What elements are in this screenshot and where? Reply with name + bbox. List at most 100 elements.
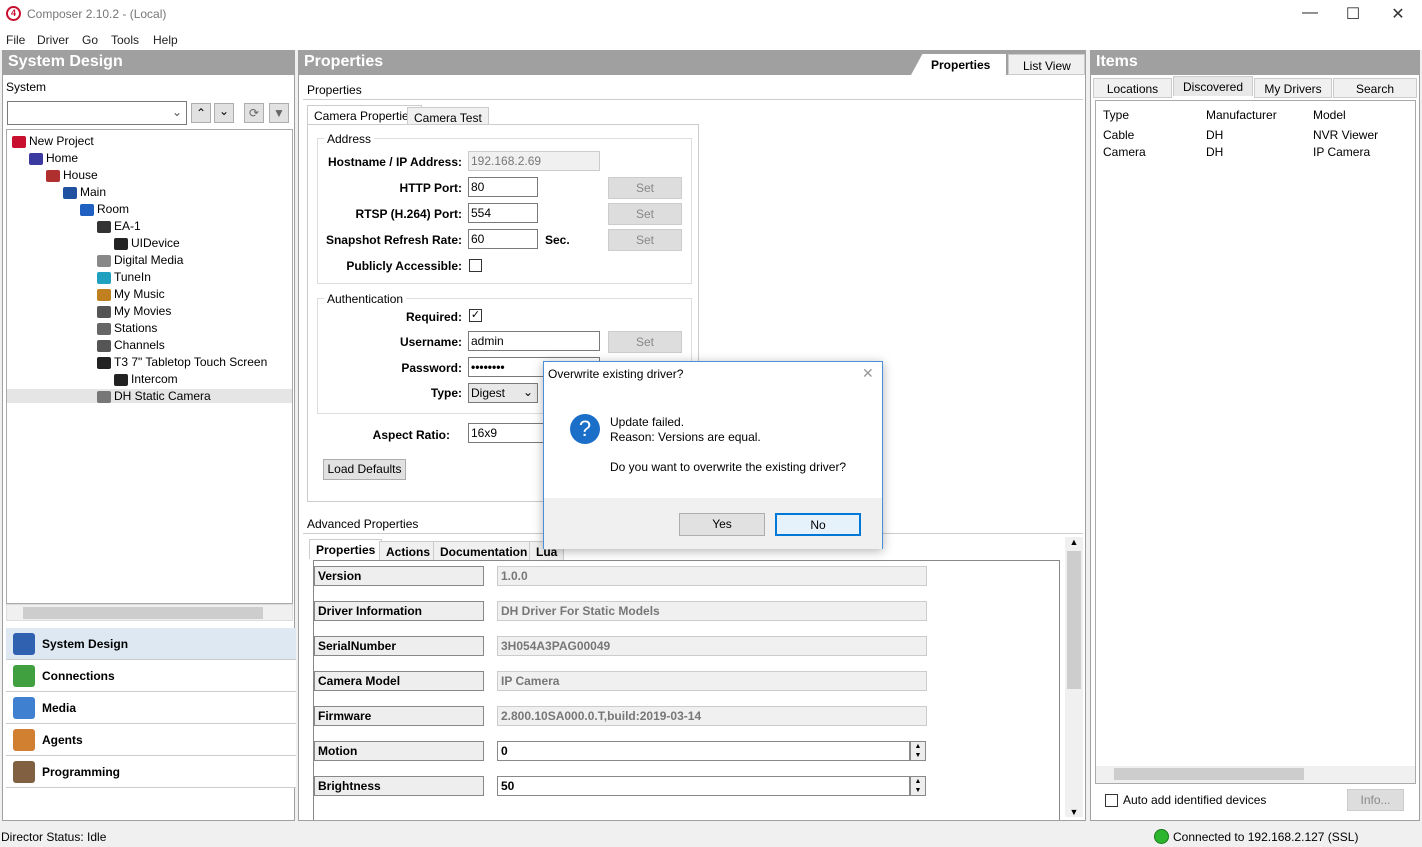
nav-icon — [13, 697, 35, 719]
snapshot-field[interactable]: 60 — [468, 229, 538, 249]
set-auth-button[interactable]: Set — [608, 331, 682, 353]
tree-item[interactable]: My Movies — [97, 304, 171, 318]
http-port-field[interactable]: 80 — [468, 177, 538, 197]
tab-adv-properties[interactable]: Properties — [309, 539, 383, 559]
move-down-button[interactable]: ⌄ — [214, 103, 234, 123]
tree-item[interactable]: T3 7" Tabletop Touch Screen — [97, 355, 267, 369]
type-value: Digest — [471, 386, 506, 400]
set-rtsp-button[interactable]: Set — [608, 203, 682, 225]
yes-button[interactable]: Yes — [679, 513, 765, 536]
menu-tools[interactable]: Tools — [111, 33, 139, 47]
required-checkbox[interactable]: ✓ — [469, 309, 482, 322]
address-group-label: Address — [324, 132, 375, 146]
row-model[interactable]: IP Camera — [1313, 145, 1370, 159]
nav-agents[interactable]: Agents — [6, 724, 296, 756]
load-defaults-button[interactable]: Load Defaults — [323, 459, 406, 480]
question-icon: ? — [570, 414, 600, 444]
rtsp-port-field[interactable]: 554 — [468, 203, 538, 223]
dialog-close-icon[interactable]: ✕ — [862, 365, 874, 382]
spinner[interactable]: ▲ ▼ — [910, 741, 926, 761]
spinner[interactable]: ▲ ▼ — [910, 776, 926, 796]
tree-item[interactable]: DH Static Camera — [7, 389, 292, 403]
tree-item[interactable]: Digital Media — [97, 253, 183, 267]
device-icon — [97, 305, 111, 318]
auto-add-checkbox[interactable] — [1105, 794, 1118, 807]
tab-my-drivers[interactable]: My Drivers — [1254, 78, 1332, 98]
property-value[interactable]: 50 — [497, 776, 910, 796]
tab-properties[interactable]: Properties — [911, 54, 1006, 75]
tab-list-view[interactable]: List View — [1008, 54, 1085, 75]
row-manufacturer[interactable]: DH — [1206, 145, 1223, 159]
col-type[interactable]: Type — [1103, 108, 1129, 122]
public-checkbox[interactable] — [469, 259, 482, 272]
row-model[interactable]: NVR Viewer — [1313, 128, 1378, 142]
tab-actions[interactable]: Actions — [379, 541, 438, 561]
menu-bar: File Driver Go Tools Help — [0, 28, 1422, 50]
nav-system-design[interactable]: System Design — [6, 628, 296, 660]
minimize-button[interactable]: — — [1300, 4, 1320, 22]
filter-icon[interactable]: ▼ — [269, 103, 289, 123]
nav-connections[interactable]: Connections — [6, 660, 296, 692]
tab-locations[interactable]: Locations — [1093, 78, 1172, 98]
nav-icon — [13, 761, 35, 783]
window-title: Composer 2.10.2 - (Local) — [27, 7, 167, 21]
set-http-button[interactable]: Set — [608, 177, 682, 199]
menu-file[interactable]: File — [6, 33, 25, 47]
tree-item[interactable]: Stations — [97, 321, 157, 335]
device-icon — [97, 390, 111, 403]
device-icon — [114, 373, 128, 386]
tree-item[interactable]: Channels — [97, 338, 165, 352]
tree-item-label: Stations — [114, 321, 158, 335]
menu-go[interactable]: Go — [82, 33, 98, 47]
tab-camera-properties[interactable]: Camera Properties — [307, 105, 422, 125]
connected-led-icon — [1154, 829, 1169, 844]
username-field[interactable]: admin — [468, 331, 600, 351]
maximize-button[interactable]: ☐ — [1343, 4, 1363, 24]
property-value[interactable]: 0 — [497, 741, 910, 761]
tree-item[interactable]: New Project — [12, 134, 94, 148]
tree-horizontal-scrollbar[interactable] — [6, 604, 293, 621]
close-button[interactable]: ✕ — [1388, 4, 1408, 24]
tab-search[interactable]: Search — [1333, 78, 1417, 98]
tree-item[interactable]: My Music — [97, 287, 165, 301]
tab-discovered[interactable]: Discovered — [1173, 76, 1253, 96]
property-name: Brightness — [314, 776, 484, 796]
tree-item[interactable]: Main — [63, 185, 106, 199]
system-search-combo[interactable]: ⌄ — [7, 101, 187, 125]
menu-driver[interactable]: Driver — [37, 33, 69, 47]
no-button[interactable]: No — [775, 513, 861, 536]
nav-programming[interactable]: Programming — [6, 756, 296, 788]
col-manufacturer[interactable]: Manufacturer — [1206, 108, 1277, 122]
tree-item[interactable]: EA-1 — [97, 219, 141, 233]
tree-item[interactable]: UIDevice — [114, 236, 180, 250]
tree-item-label: Channels — [114, 338, 165, 352]
refresh-icon[interactable]: ⟳ — [244, 103, 264, 123]
tree-item[interactable]: Home — [29, 151, 78, 165]
row-manufacturer[interactable]: DH — [1206, 128, 1223, 142]
tab-documentation[interactable]: Documentation — [433, 541, 535, 561]
aspect-select[interactable]: 16x9 — [468, 423, 548, 443]
type-select[interactable]: Digest ⌄ — [468, 383, 538, 403]
nav-label: Agents — [42, 733, 83, 747]
menu-help[interactable]: Help — [153, 33, 178, 47]
row-type[interactable]: Cable — [1103, 128, 1134, 142]
tree-item[interactable]: TuneIn — [97, 270, 151, 284]
project-tree: New Project Home House Main Room EA-1 UIDevice… — [6, 129, 293, 604]
system-design-pane: System Design System ⌄ ⌃ ⌄ ⟳ ▼ New Proje… — [2, 50, 296, 821]
move-up-button[interactable]: ⌃ — [191, 103, 211, 123]
nav-media[interactable]: Media — [6, 692, 296, 724]
adv-vertical-scrollbar[interactable]: ▲ ▼ — [1065, 537, 1083, 817]
set-snapshot-button[interactable]: Set — [608, 229, 682, 251]
app-logo-icon: 4 — [6, 6, 21, 21]
tree-item[interactable]: House — [46, 168, 98, 182]
auto-add-label: Auto add identified devices — [1123, 793, 1267, 807]
property-value: 2.800.10SA000.0.T,build:2019-03-14 — [497, 706, 927, 726]
list-horizontal-scrollbar[interactable] — [1096, 766, 1415, 783]
hostname-field[interactable]: 192.168.2.69 — [468, 151, 600, 171]
col-model[interactable]: Model — [1313, 108, 1346, 122]
tree-item[interactable]: Room — [80, 202, 129, 216]
tree-item[interactable]: Intercom — [114, 372, 178, 386]
required-label: Required: — [405, 310, 462, 324]
info-button[interactable]: Info... — [1347, 789, 1404, 811]
row-type[interactable]: Camera — [1103, 145, 1146, 159]
